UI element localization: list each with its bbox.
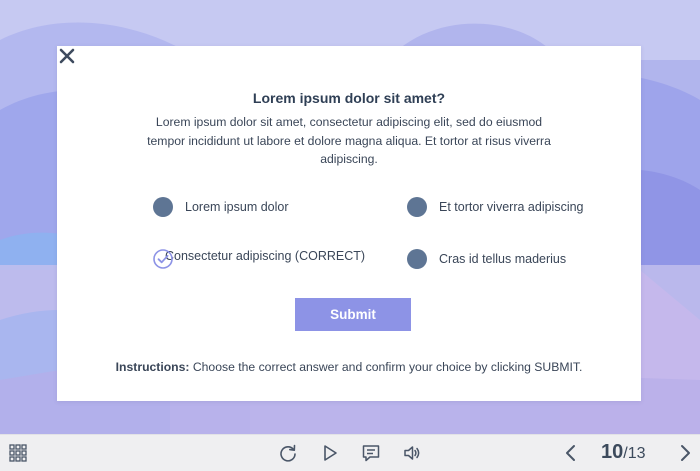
option-et-tortor[interactable]: Et tortor viverra adipiscing [407, 197, 584, 217]
instructions-text: Choose the correct answer and confirm yo… [189, 360, 583, 374]
submit-button[interactable]: Submit [295, 298, 411, 331]
play-icon[interactable] [320, 443, 340, 463]
chevron-left-icon[interactable] [561, 443, 581, 463]
audio-icon[interactable] [402, 443, 422, 463]
replay-icon[interactable] [278, 443, 298, 463]
option-label: Cras id tellus maderius [439, 252, 567, 266]
question-description: Lorem ipsum dolor sit amet, consectetur … [147, 115, 551, 166]
option-cras-id-tellus[interactable]: Cras id tellus maderius [407, 249, 566, 269]
check-circle-icon [153, 249, 173, 269]
question-title: Lorem ipsum dolor sit amet? [252, 90, 446, 106]
page-counter: 10/13 [601, 441, 646, 465]
option-lorem-ipsum-dolor[interactable]: Lorem ipsum dolor [153, 197, 289, 217]
question-modal: Lorem ipsum dolor sit amet? Lorem ipsum … [57, 46, 641, 401]
radio-filled-icon [153, 197, 173, 217]
option-consectetur-correct[interactable]: Consectetur adipiscing (CORRECT) [153, 249, 366, 269]
close-icon[interactable] [57, 46, 77, 66]
current-page: 10 [601, 441, 624, 463]
notes-icon[interactable] [361, 443, 381, 463]
instructions-label: Instructions: [115, 360, 190, 374]
chevron-right-icon[interactable] [675, 443, 695, 463]
option-label: Lorem ipsum dolor [185, 200, 289, 214]
grid-menu-icon[interactable] [8, 443, 28, 463]
instructions: Instructions: Choose the correct answer … [57, 360, 641, 374]
player-toolbar: 10/13 [0, 434, 700, 471]
option-label: Et tortor viverra adipiscing [439, 200, 584, 214]
radio-filled-icon [407, 197, 427, 217]
option-label: Consectetur adipiscing (CORRECT) [165, 249, 366, 263]
radio-filled-icon [407, 249, 427, 269]
total-pages: /13 [623, 445, 646, 462]
slide-background: Lorem ipsum dolor sit amet? Lorem ipsum … [0, 0, 700, 434]
